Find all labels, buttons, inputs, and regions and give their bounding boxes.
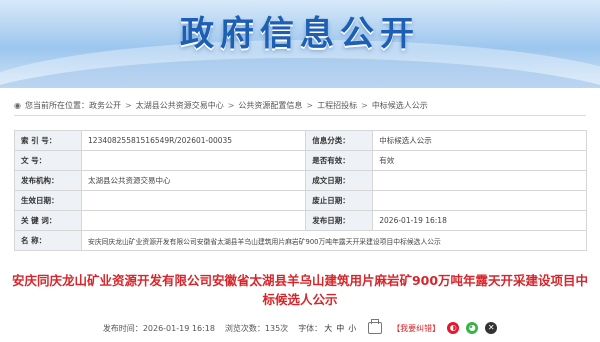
written-date-value	[372, 170, 587, 191]
wechat-share-icon[interactable]: ◕	[466, 322, 479, 334]
document-metadata-table: 索 引 号： 12340825581516549R/202601-00035 信…	[13, 130, 587, 251]
name-label: 名 称：	[13, 230, 83, 251]
category-value: 中标候选人公示	[372, 130, 587, 151]
report-error-link[interactable]: 【我要纠错】	[392, 323, 440, 334]
validity-label: 是否有效：	[305, 150, 374, 171]
font-small-button[interactable]: 小	[348, 323, 356, 334]
table-row: 生效日期： 废止日期：	[13, 190, 587, 211]
table-row: 关 键 词： 发布日期： 2026-01-19 16:18	[13, 210, 587, 231]
index-number-value: 12340825581516549R/202601-00035	[81, 130, 307, 151]
location-pin-icon: ◉	[14, 100, 21, 110]
breadcrumb-item-candidates[interactable]: 中标候选人公示	[372, 100, 428, 111]
table-row: 索 引 号： 12340825581516549R/202601-00035 信…	[13, 130, 587, 151]
breadcrumb-item-bidding[interactable]: 工程招投标	[317, 100, 357, 111]
publish-date-value: 2026-01-19 16:18	[372, 210, 587, 231]
font-medium-button[interactable]: 中	[336, 323, 344, 334]
published-label: 发布时间：	[102, 323, 143, 333]
effective-date-label: 生效日期：	[13, 190, 83, 211]
name-value: 安庆同庆龙山矿业资源开发有限公司安徽省太湖县羊乌山建筑用片麻岩矿900万吨年露天…	[81, 230, 587, 251]
keywords-value	[81, 210, 307, 231]
weibo-share-icon[interactable]: ◐	[447, 322, 460, 334]
font-large-button[interactable]: 大	[324, 323, 332, 334]
table-row: 发布机构： 太湖县公共资源交易中心 成文日期：	[13, 170, 587, 191]
table-row: 文 号： 是否有效： 有效	[13, 150, 587, 171]
doc-number-value	[81, 150, 307, 171]
document-title: 安庆同庆龙山矿业资源开发有限公司安徽省太湖县羊乌山建筑用片麻岩矿900万吨年露天…	[11, 273, 589, 307]
breadcrumb-separator: >	[306, 101, 314, 110]
breadcrumb-item-center[interactable]: 太湖县公共资源交易中心	[136, 100, 224, 111]
category-label: 信息分类：	[305, 130, 374, 151]
page-header-title: 政府信息公开	[180, 14, 420, 54]
doc-number-label: 文 号：	[13, 150, 83, 171]
breadcrumb-item-public[interactable]: 政务公开	[89, 100, 121, 111]
breadcrumb-prefix: 您当前所在位置：	[25, 101, 89, 110]
index-number-label: 索 引 号：	[13, 130, 83, 151]
breadcrumb-separator: >	[361, 101, 368, 110]
font-size-label: 字体：	[298, 323, 323, 333]
publisher-value: 太湖县公共资源交易中心	[81, 170, 307, 191]
breadcrumb-item-resources[interactable]: 公共资源配置信息	[238, 100, 302, 111]
more-share-icon[interactable]: ✕	[485, 322, 498, 334]
breadcrumb: ◉ 您当前所在位置： 政务公开 > 太湖县公共资源交易中心 > 公共资源配置信息…	[14, 100, 428, 111]
divider	[14, 115, 586, 116]
publisher-label: 发布机构：	[13, 170, 83, 191]
table-row: 名 称： 安庆同庆龙山矿业资源开发有限公司安徽省太湖县羊乌山建筑用片麻岩矿900…	[13, 230, 587, 251]
publish-date-label: 发布日期：	[305, 210, 374, 231]
repeal-date-label: 废止日期：	[305, 190, 374, 211]
published-value: 2026-01-19 16:18	[142, 323, 215, 333]
print-icon[interactable]	[368, 319, 383, 334]
article-info-bar: 发布时间： 2026-01-19 16:18 浏览次数： 135次 字体： 大 …	[0, 319, 600, 334]
keywords-label: 关 键 词：	[13, 210, 83, 231]
effective-date-value	[81, 190, 307, 211]
views-label: 浏览次数：	[224, 323, 265, 333]
views-value: 135次	[264, 323, 289, 333]
repeal-date-value	[372, 190, 587, 211]
validity-value: 有效	[372, 150, 587, 171]
breadcrumb-separator: >	[125, 101, 132, 110]
header-banner: 政府信息公开	[0, 0, 600, 88]
written-date-label: 成文日期：	[305, 170, 374, 191]
breadcrumb-separator: >	[227, 101, 235, 110]
